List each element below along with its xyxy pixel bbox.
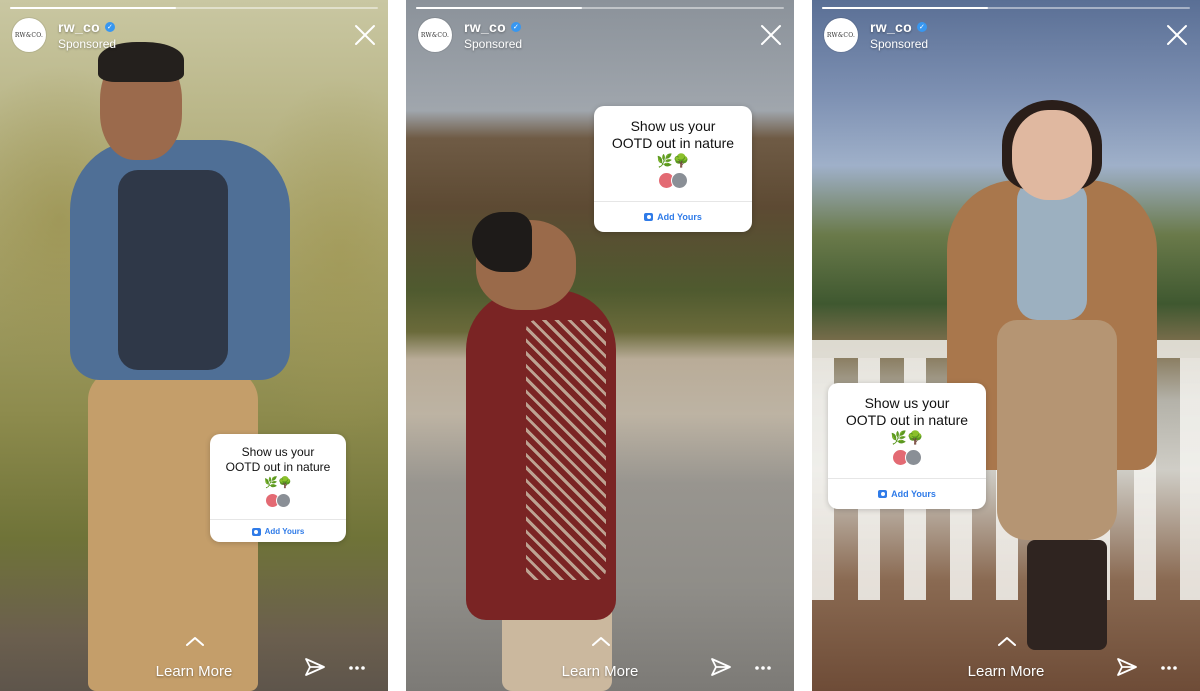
- sticker-divider: [594, 201, 752, 202]
- progress-fill: [10, 7, 176, 9]
- participant-avatar: [671, 172, 688, 189]
- username[interactable]: rw_co: [870, 19, 912, 35]
- chevron-up-icon[interactable]: [592, 636, 610, 646]
- chevron-up-icon[interactable]: [186, 636, 204, 646]
- account-avatar[interactable]: RW&CO.: [824, 18, 858, 52]
- person-hair: [472, 212, 532, 272]
- story-card-3[interactable]: RW&CO. rw_co ✓ Sponsored Show us your OO…: [812, 0, 1200, 691]
- sticker-title-line-2: OOTD out in nature: [225, 460, 331, 474]
- participant-avatar: [276, 493, 291, 508]
- verified-badge-icon: ✓: [104, 22, 115, 32]
- sponsored-label: Sponsored: [58, 37, 117, 51]
- add-yours-label: Add Yours: [657, 212, 702, 222]
- avatar-logo-text: RW&CO.: [420, 31, 450, 39]
- verified-badge-icon: ✓: [916, 22, 927, 32]
- person-head: [1012, 110, 1092, 200]
- participant-avatars: [828, 449, 986, 466]
- sticker-emoji: 🌿🌳: [264, 477, 292, 489]
- sticker-title: Show us your OOTD out in nature: [828, 383, 986, 429]
- sticker-title-line-1: Show us your: [864, 395, 950, 411]
- chevron-up-icon[interactable]: [998, 636, 1016, 646]
- send-icon[interactable]: [304, 657, 326, 677]
- participant-avatar: [905, 449, 922, 466]
- add-yours-sticker[interactable]: Show us your OOTD out in nature 🌿🌳 Add Y…: [210, 434, 346, 542]
- story-card-1[interactable]: RW&CO. rw_co ✓ Sponsored Show us your OO…: [0, 0, 388, 691]
- account-avatar[interactable]: RW&CO.: [418, 18, 452, 52]
- story-photo: [406, 0, 794, 691]
- add-yours-label: Add Yours: [264, 527, 305, 536]
- verified-badge-icon: ✓: [510, 22, 521, 32]
- close-icon[interactable]: [1166, 24, 1188, 46]
- person-sweater: [1017, 180, 1087, 320]
- participant-avatars: [594, 172, 752, 189]
- story-card-2[interactable]: RW&CO. rw_co ✓ Sponsored Show us your OO…: [406, 0, 794, 691]
- sticker-title: Show us your OOTD out in nature: [210, 434, 346, 475]
- more-icon[interactable]: [754, 665, 772, 671]
- username[interactable]: rw_co: [58, 19, 100, 35]
- story-progress-bar: [822, 7, 1190, 9]
- avatar-logo-text: RW&CO.: [826, 31, 856, 39]
- sticker-divider: [210, 519, 346, 520]
- sticker-title-line-1: Show us your: [241, 445, 315, 459]
- camera-icon: [644, 213, 654, 221]
- account-name-row[interactable]: rw_co ✓: [58, 19, 115, 35]
- person-skirt: [997, 320, 1117, 540]
- sticker-emoji: 🌿🌳: [656, 153, 690, 168]
- learn-more-button[interactable]: Learn More: [0, 663, 388, 680]
- account-avatar[interactable]: RW&CO.: [12, 18, 46, 52]
- learn-more-button[interactable]: Learn More: [406, 663, 794, 680]
- avatar-logo-text: RW&CO.: [14, 31, 44, 39]
- person-boots: [1027, 540, 1107, 650]
- account-name-row[interactable]: rw_co ✓: [464, 19, 521, 35]
- learn-more-button[interactable]: Learn More: [812, 663, 1200, 680]
- cardigan-pattern: [526, 320, 606, 580]
- add-yours-button[interactable]: Add Yours: [828, 489, 986, 499]
- person-shirt: [118, 170, 228, 370]
- sticker-divider: [828, 478, 986, 479]
- close-icon[interactable]: [354, 24, 376, 46]
- close-icon[interactable]: [760, 24, 782, 46]
- sticker-title-line-1: Show us your: [630, 118, 716, 134]
- sticker-emoji: 🌿🌳: [890, 430, 924, 445]
- story-photo: [0, 0, 388, 691]
- participant-avatars: [210, 493, 346, 508]
- sticker-title: Show us your OOTD out in nature: [594, 106, 752, 152]
- add-yours-sticker[interactable]: Show us your OOTD out in nature 🌿🌳 Add Y…: [594, 106, 752, 232]
- camera-icon: [251, 527, 261, 536]
- sponsored-label: Sponsored: [870, 37, 929, 51]
- progress-fill: [822, 7, 988, 9]
- more-icon[interactable]: [1160, 665, 1178, 671]
- sticker-title-line-2: OOTD out in nature: [611, 135, 735, 151]
- sponsored-label: Sponsored: [464, 37, 523, 51]
- add-yours-label: Add Yours: [891, 489, 936, 499]
- add-yours-button[interactable]: Add Yours: [210, 527, 346, 536]
- story-photo: [812, 0, 1200, 691]
- more-icon[interactable]: [348, 665, 366, 671]
- story-progress-bar: [10, 7, 378, 9]
- progress-fill: [416, 7, 582, 9]
- account-name-row[interactable]: rw_co ✓: [870, 19, 927, 35]
- send-icon[interactable]: [710, 657, 732, 677]
- send-icon[interactable]: [1116, 657, 1138, 677]
- story-progress-bar: [416, 7, 784, 9]
- add-yours-sticker[interactable]: Show us your OOTD out in nature 🌿🌳 Add Y…: [828, 383, 986, 509]
- sticker-title-line-2: OOTD out in nature: [845, 412, 969, 428]
- camera-icon: [878, 490, 888, 498]
- username[interactable]: rw_co: [464, 19, 506, 35]
- add-yours-button[interactable]: Add Yours: [594, 212, 752, 222]
